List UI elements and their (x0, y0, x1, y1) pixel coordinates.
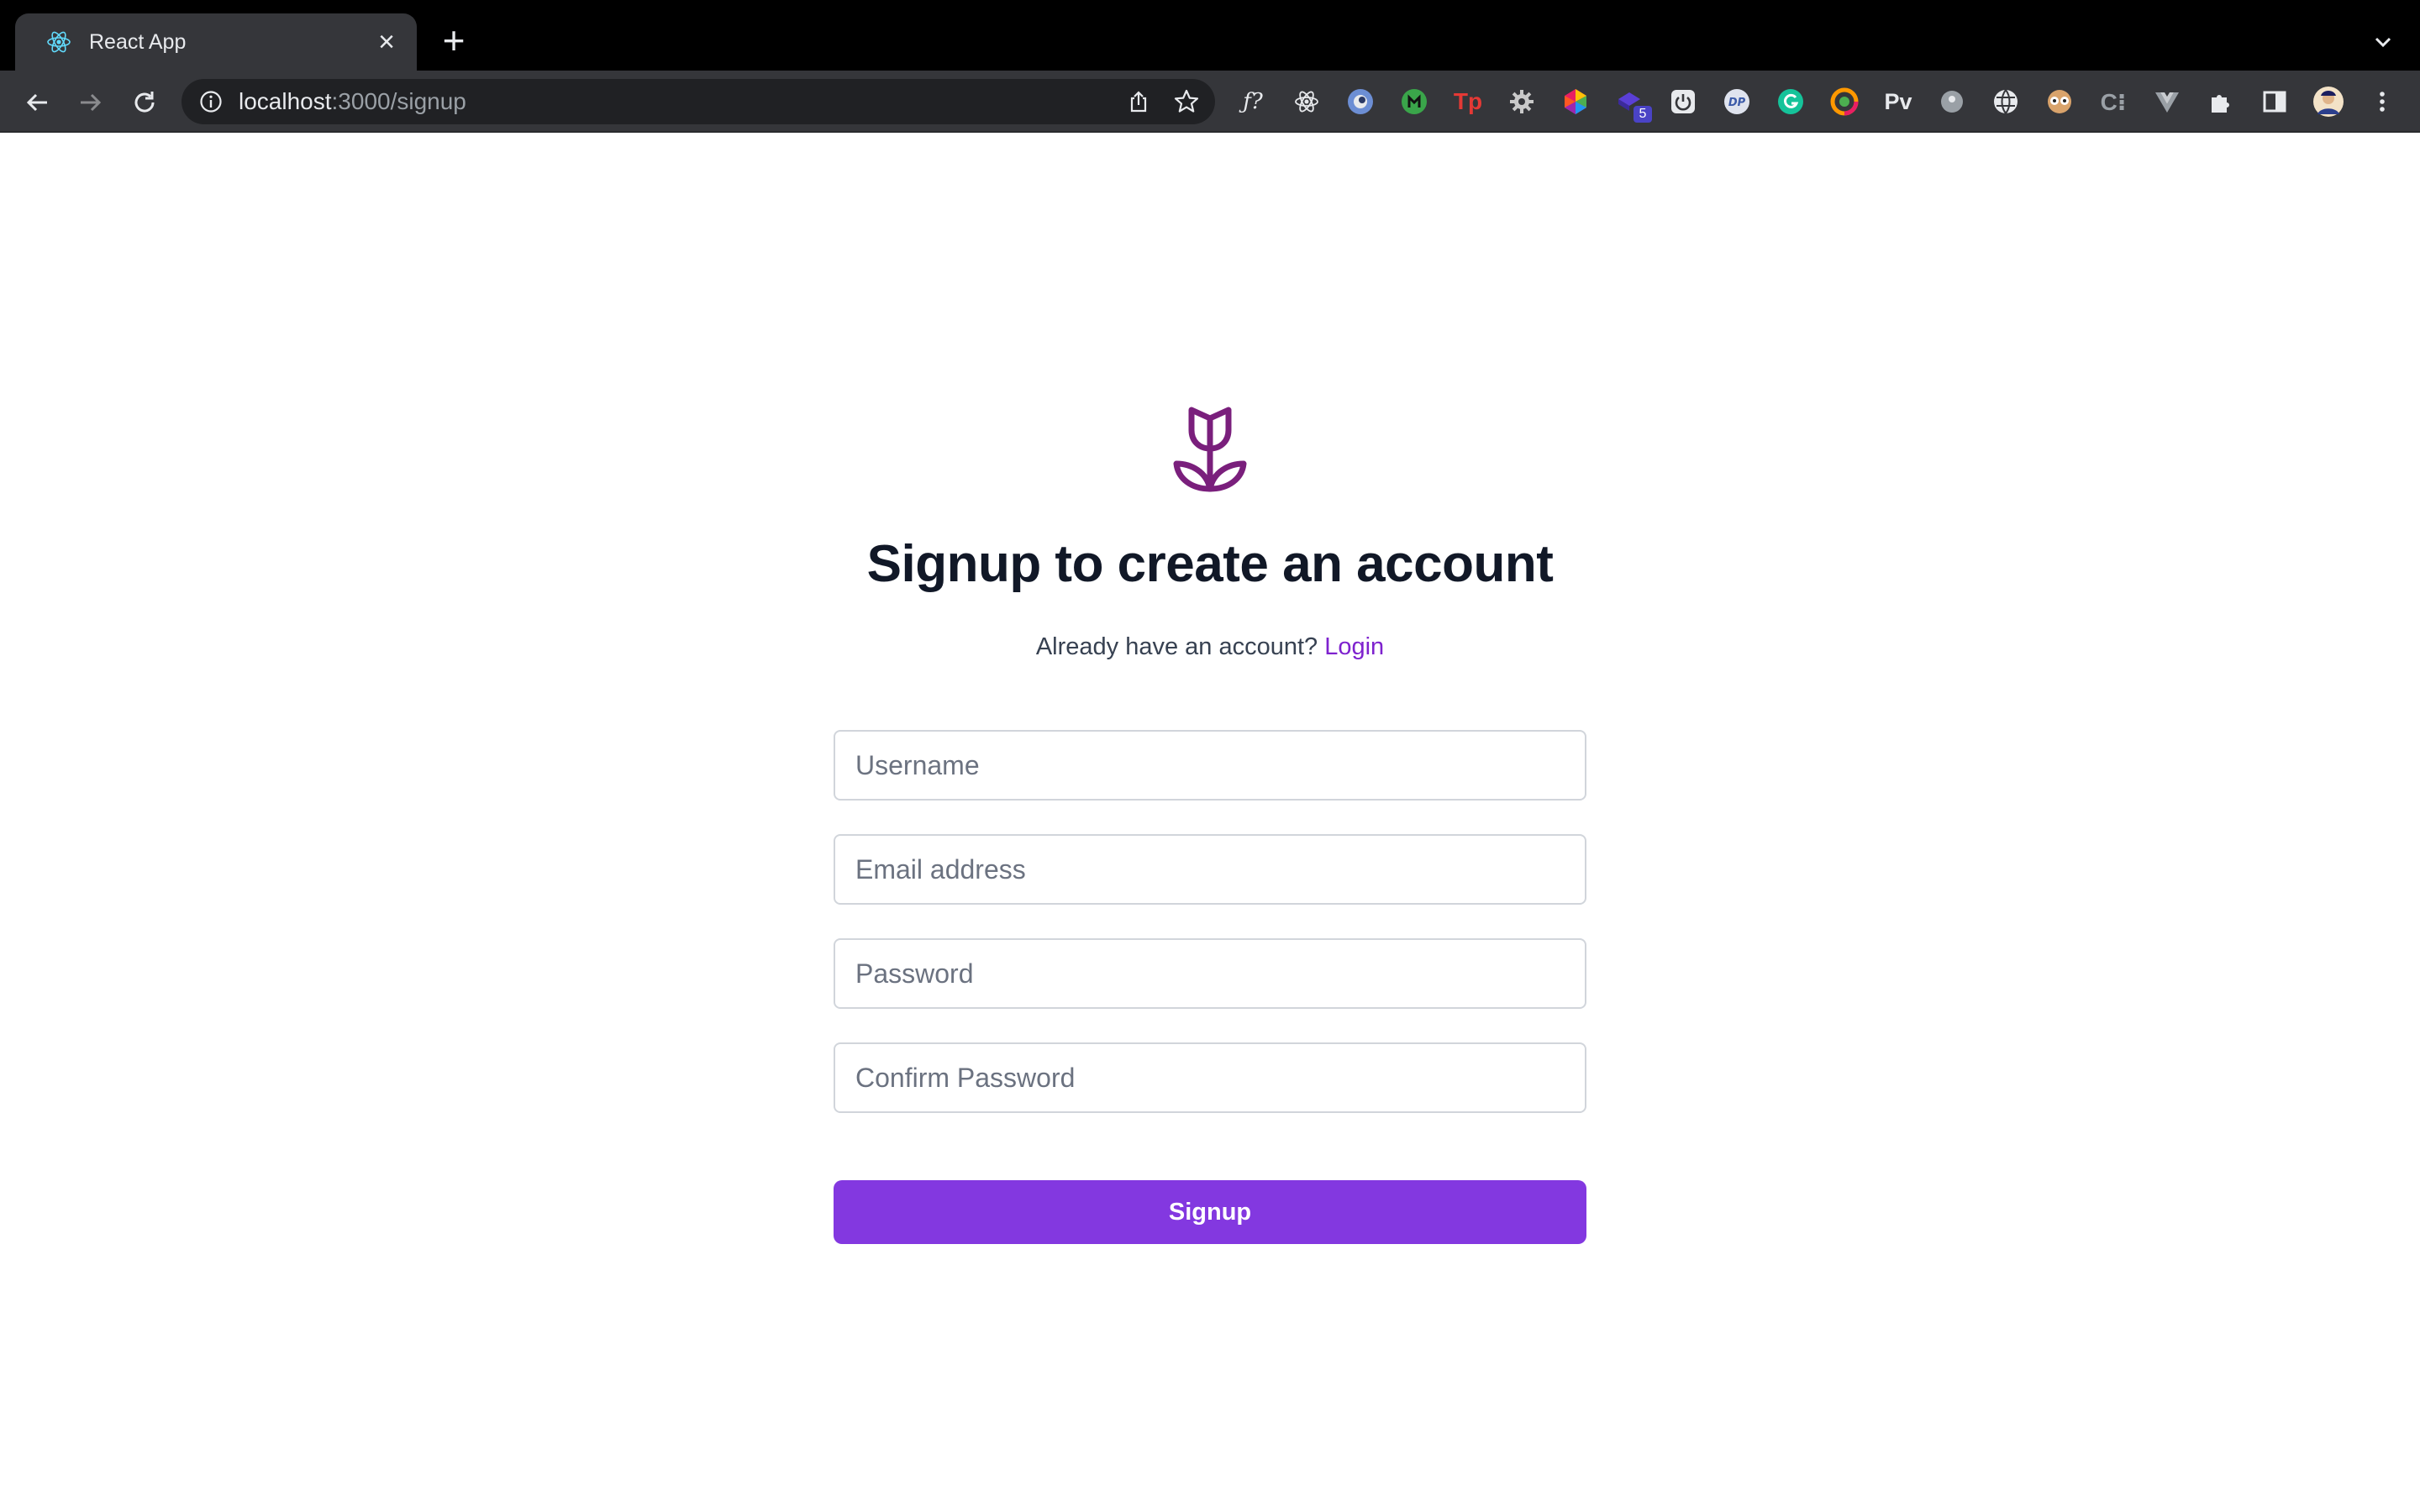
login-link[interactable]: Login (1324, 633, 1384, 660)
chevron-down-icon[interactable] (2370, 29, 2396, 55)
username-input[interactable] (834, 730, 1586, 801)
page-title: Signup to create an account (866, 535, 1554, 593)
grammarly-extension-icon[interactable] (1775, 86, 1807, 118)
url-text[interactable]: localhost:3000/signup (239, 89, 466, 114)
blue-orb-extension-icon[interactable] (1344, 86, 1376, 118)
forward-arrow-icon[interactable] (74, 86, 108, 119)
kebab-menu-icon[interactable] (2366, 86, 2398, 118)
share-icon[interactable] (1126, 89, 1151, 114)
browser-tab-active[interactable]: React App × (15, 13, 417, 71)
login-prompt: Already have an account? Login (0, 630, 2420, 664)
gear-extension-icon[interactable] (1506, 86, 1538, 118)
login-prompt-text: Already have an account? (1035, 633, 1318, 660)
puzzle-extensions-icon[interactable] (2205, 86, 2237, 118)
email-input[interactable] (834, 834, 1586, 905)
star-icon[interactable] (1173, 88, 1200, 115)
back-arrow-icon[interactable] (20, 86, 54, 119)
owl-extension-icon[interactable] (2044, 86, 2075, 118)
signup-button[interactable]: Signup (834, 1180, 1586, 1244)
url-path: :3000/signup (331, 88, 466, 114)
side-panel-icon[interactable] (2259, 86, 2291, 118)
globe-extension-icon[interactable] (1990, 86, 2022, 118)
tulip-icon (1173, 407, 1247, 492)
profile-avatar[interactable] (2312, 86, 2344, 118)
vue-extension-icon[interactable] (2151, 86, 2183, 118)
address-bar[interactable]: localhost:3000/signup (182, 79, 1215, 124)
tab-close-icon[interactable]: × (371, 27, 402, 57)
extension-badge-count: 5 (1634, 106, 1652, 123)
c-extension-icon[interactable]: C⁝ (2097, 86, 2129, 118)
svg-text:DP: DP (1728, 97, 1746, 109)
pv-extension-icon[interactable]: Pv (1882, 86, 1914, 118)
info-icon[interactable] (198, 89, 224, 114)
tp-extension-icon[interactable]: Tp (1452, 86, 1484, 118)
octotree-extension-icon[interactable] (1398, 86, 1430, 118)
dp-extension-icon[interactable]: DP (1721, 86, 1753, 118)
grey-circle-extension-icon[interactable] (1936, 86, 1968, 118)
password-input[interactable] (834, 938, 1586, 1009)
purple-extension-icon[interactable]: 5 (1613, 86, 1652, 123)
formula-extension-icon[interactable]: ƒ? (1237, 86, 1269, 118)
tab-title: React App (89, 30, 187, 54)
color-picker-extension-icon[interactable] (1560, 86, 1591, 118)
confirm-password-input[interactable] (834, 1042, 1586, 1113)
reload-icon[interactable] (128, 86, 161, 119)
react-logo-icon (47, 31, 71, 53)
url-host: localhost (239, 88, 332, 114)
colorful-circle-extension-icon[interactable] (1828, 86, 1860, 118)
new-tab-icon[interactable]: + (437, 21, 471, 60)
browser-toolbar: localhost:3000/signup ƒ? Tp 5 DP Pv C⁝ (0, 71, 2420, 133)
power-extension-icon[interactable] (1667, 86, 1699, 118)
page-content: Signup to create an account Already have… (0, 133, 2420, 1512)
react-devtools-icon[interactable] (1291, 86, 1323, 118)
browser-tabstrip: React App × + (0, 0, 2420, 71)
